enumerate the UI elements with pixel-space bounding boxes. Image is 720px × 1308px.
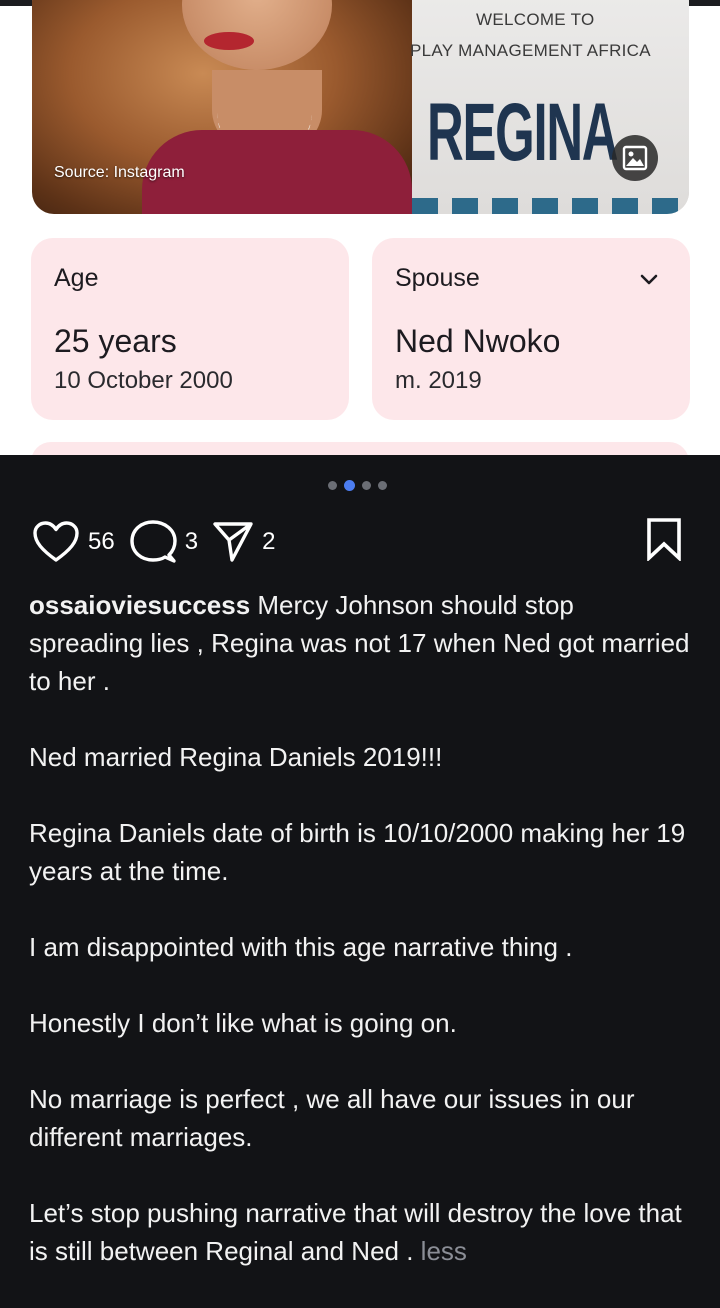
banner-subtext [412, 198, 682, 214]
image-lips [204, 32, 254, 50]
caption-paragraph: Honestly I don’t like what is going on. [29, 1008, 457, 1038]
share-icon [213, 522, 253, 562]
share-count: 2 [262, 528, 276, 555]
spouse-label: Spouse [395, 264, 480, 292]
spouse-card[interactable]: Spouse Ned Nwoko m. 2019 [372, 238, 690, 420]
carousel-dot [378, 481, 387, 490]
carousel-dot [328, 481, 337, 490]
age-value: 25 years [54, 323, 177, 359]
age-label: Age [54, 264, 99, 292]
banner-welcome-text: WELCOME TO [476, 10, 595, 29]
comment-icon [130, 520, 177, 563]
carousel-indicator [328, 480, 387, 491]
comment-count: 3 [184, 528, 199, 555]
caption-paragraph: Regina Daniels date of birth is 10/10/20… [29, 818, 686, 886]
marriage-year: m. 2019 [395, 367, 482, 394]
chevron-down-icon[interactable] [638, 268, 660, 290]
bookmark-icon[interactable] [645, 517, 683, 561]
comment-button[interactable]: 3 [129, 519, 198, 565]
share-button[interactable]: 2 [212, 520, 275, 564]
profile-image[interactable]: WELCOME TO PLAY MANAGEMENT AFRICA REGINA… [32, 0, 689, 214]
next-info-card[interactable] [31, 442, 689, 455]
heart-icon [33, 521, 79, 562]
like-button[interactable]: 56 [32, 520, 115, 564]
knowledge-panel: WELCOME TO PLAY MANAGEMENT AFRICA REGINA… [0, 0, 720, 455]
carousel-dot [362, 481, 371, 490]
image-source-label: Source: Instagram [54, 164, 185, 181]
caption-paragraph: I am disappointed with this age narrativ… [29, 932, 573, 962]
post-actions: 56 3 2 [32, 517, 289, 567]
carousel-dot-active [344, 480, 355, 491]
caption-paragraph: Ned married Regina Daniels 2019!!! [29, 742, 443, 772]
caption-last-text: Let’s stop pushing narrative that will d… [29, 1198, 682, 1266]
banner-name-text: REGINA [427, 87, 619, 178]
banner-company-text: PLAY MANAGEMENT AFRICA [410, 41, 651, 60]
caption-first-paragraph: ossaioviesuccess Mercy Johnson should st… [29, 586, 694, 700]
caption-paragraph: No marriage is perfect , we all have our… [29, 1084, 635, 1152]
like-count: 56 [88, 528, 115, 555]
image-icon[interactable] [612, 135, 658, 181]
username-link[interactable]: ossaioviesuccess [29, 590, 250, 620]
less-button[interactable]: less [421, 1236, 467, 1266]
birth-date: 10 October 2000 [54, 367, 233, 394]
caption-last-paragraph: Let’s stop pushing narrative that will d… [29, 1194, 694, 1270]
spouse-value: Ned Nwoko [395, 323, 561, 359]
post-caption: ossaioviesuccess Mercy Johnson should st… [29, 586, 694, 1308]
age-card[interactable]: Age 25 years 10 October 2000 [31, 238, 349, 420]
